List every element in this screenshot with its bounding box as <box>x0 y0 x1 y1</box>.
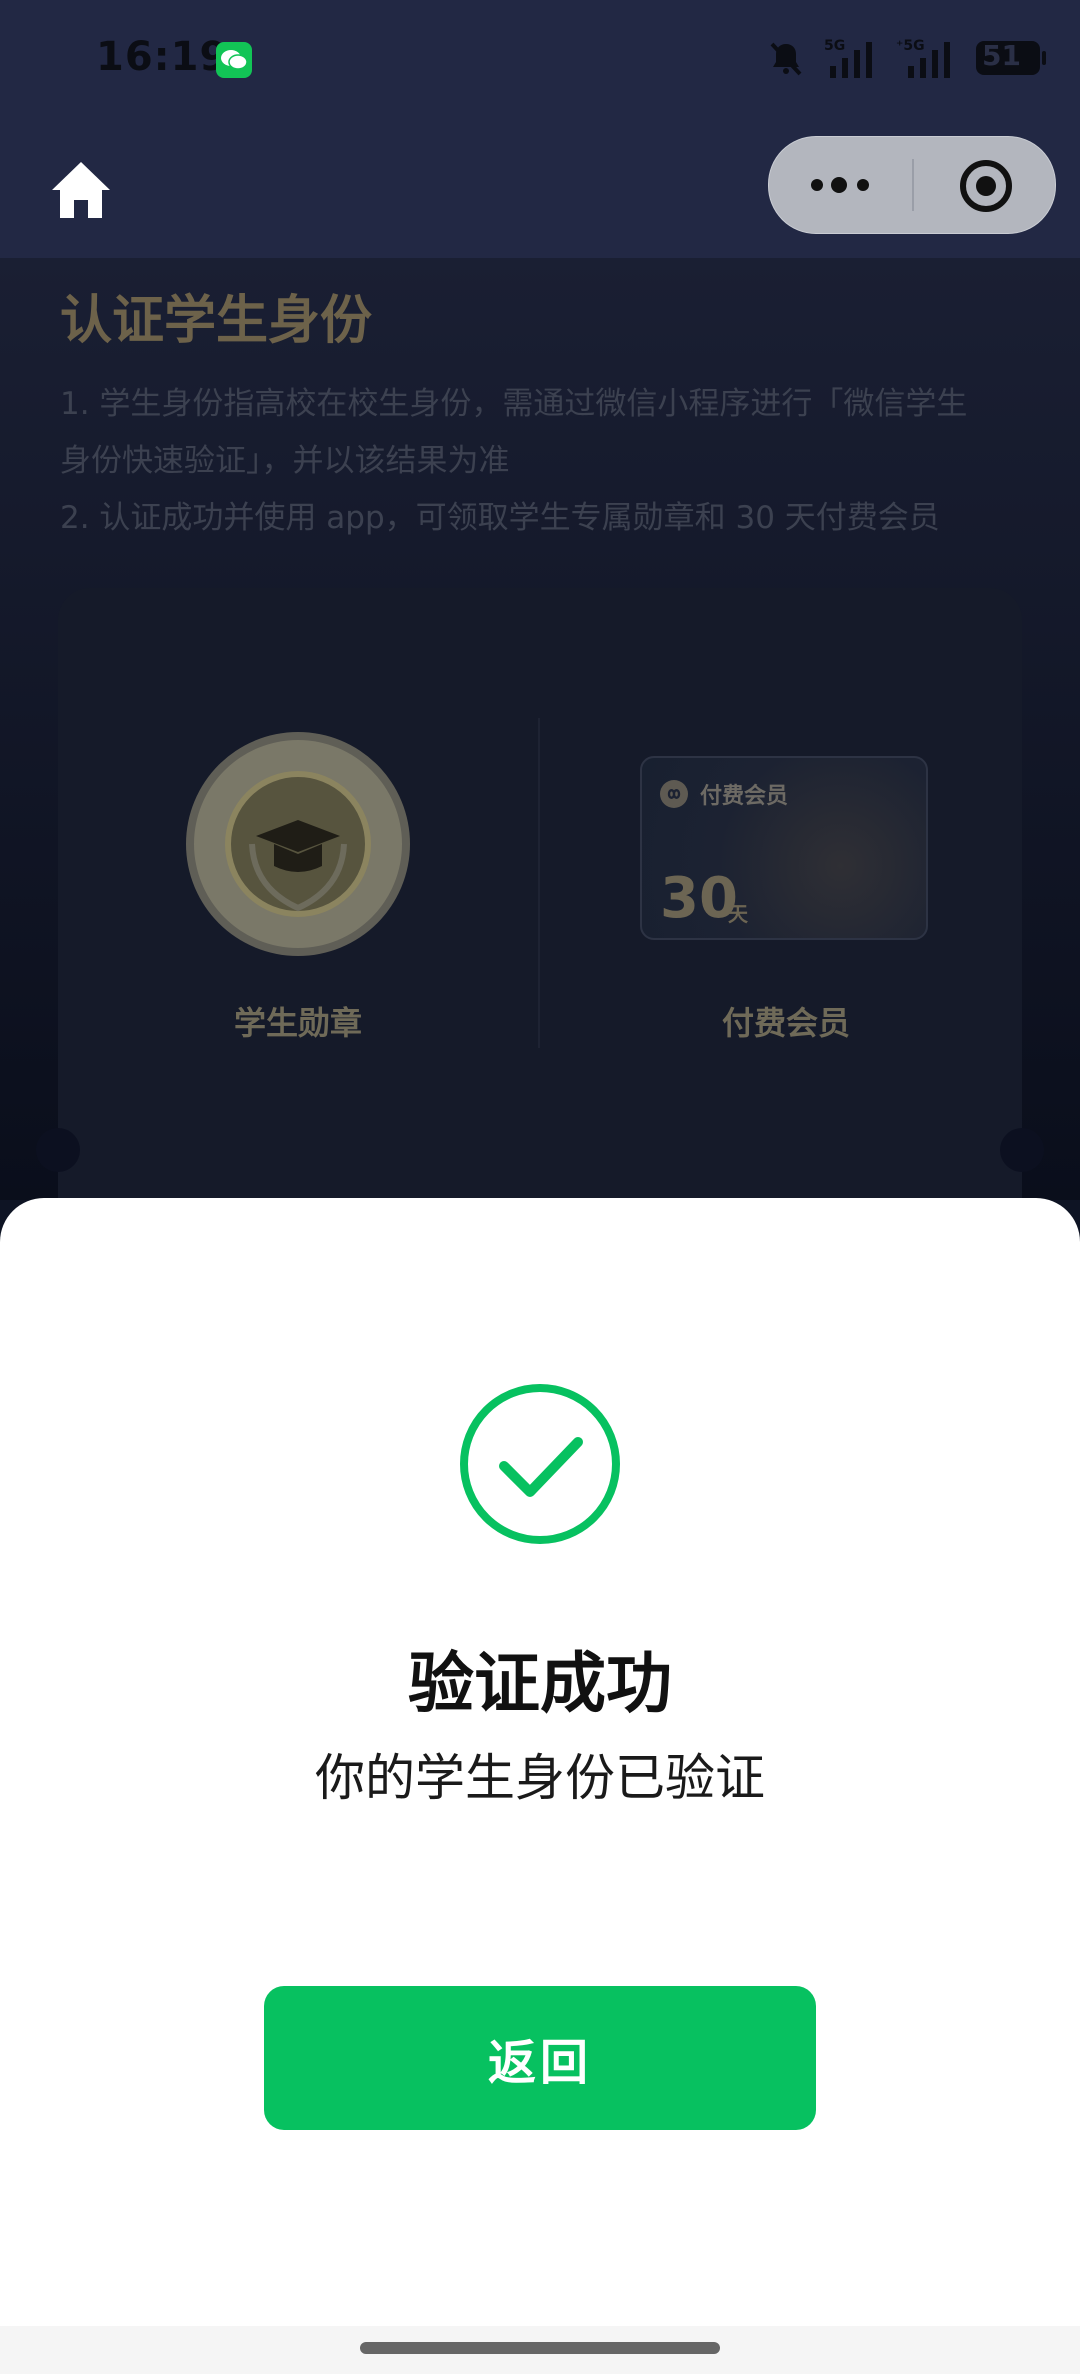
card-divider <box>538 718 540 1048</box>
home-indicator[interactable] <box>360 2342 720 2354</box>
success-title: 验证成功 <box>408 1645 672 1722</box>
svg-text:5G: 5G <box>824 38 845 54</box>
page-title: 认证学生身份 <box>60 291 373 351</box>
vip-days: 30 <box>660 866 738 931</box>
target-circle-icon[interactable] <box>959 159 1013 217</box>
battery-level: 51 <box>982 39 1021 72</box>
status-bar: 16:19 5G ⁺5G 51 <box>0 0 1080 120</box>
home-icon[interactable] <box>48 158 114 226</box>
infinity-icon <box>660 780 688 808</box>
medal-label: 学生勋章 <box>233 1004 362 1042</box>
battery-icon: 51 <box>976 39 1046 75</box>
desc-line: 身份快速验证」，并以该结果为准 <box>60 443 510 479</box>
card-notch <box>1000 1128 1044 1172</box>
mute-bell-icon <box>766 38 806 78</box>
nav-bar <box>0 120 1080 258</box>
desc-line: 1. 学生身份指高校在校生身份，需通过微信小程序进行「微信学生 <box>60 386 968 422</box>
signal-5g-icon: 5G <box>824 36 878 80</box>
check-circle-icon <box>458 1382 622 1550</box>
success-sheet: 验证成功 你的学生身份已验证 返回 <box>0 1198 1080 2374</box>
vip-card-name: 付费会员 <box>700 784 789 809</box>
verification-page: 认证学生身份 1. 学生身份指高校在校生身份，需通过微信小程序进行「微信学生 身… <box>0 258 1080 1238</box>
wechat-icon <box>216 42 252 78</box>
signal-5g-icon: ⁺5G <box>896 36 958 80</box>
success-subtitle: 你的学生身份已验证 <box>315 1749 765 1807</box>
capsule-divider <box>912 159 914 211</box>
vip-unit: 天 <box>728 902 748 926</box>
status-time: 16:19 <box>96 34 229 80</box>
svg-text:⁺5G: ⁺5G <box>896 38 925 54</box>
card-notch <box>36 1128 80 1172</box>
page-description: 1. 学生身份指高校在校生身份，需通过微信小程序进行「微信学生 身份快速验证」，… <box>60 376 1020 547</box>
mini-program-capsule <box>768 136 1056 234</box>
more-dots-icon[interactable] <box>807 167 877 203</box>
vip-card: 付费会员 30 天 <box>640 756 928 940</box>
desc-line: 2. 认证成功并使用 app，可领取学生专属勋章和 30 天付费会员 <box>60 500 940 536</box>
back-button[interactable]: 返回 <box>264 1986 816 2130</box>
student-medal-icon <box>182 728 414 960</box>
vip-label: 付费会员 <box>721 1004 850 1042</box>
